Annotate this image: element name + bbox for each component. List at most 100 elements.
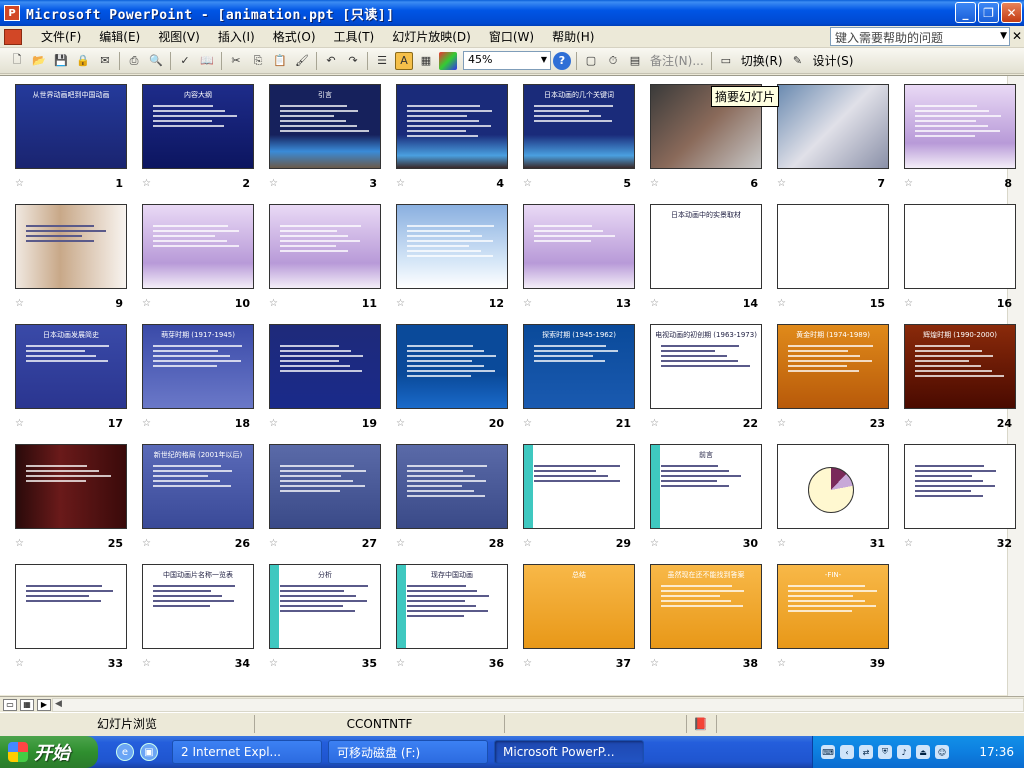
powerpoint-app-icon[interactable]: P [4,5,20,21]
slide-thumbnail[interactable] [523,444,635,529]
slide-thumbnail[interactable]: 现存中国动画 [396,564,508,649]
slide-thumbnail[interactable] [523,204,635,289]
slide-transition-icon[interactable]: ☆ [904,538,913,549]
slide-transition-icon[interactable]: ☆ [396,418,405,429]
slide-thumbnail[interactable]: 内容大纲 [142,84,254,169]
slide-transition-icon[interactable]: ☆ [269,538,278,549]
format-painter-icon[interactable]: 🖌 [293,52,311,70]
document-close-icon[interactable]: ✕ [1012,29,1022,43]
slide-thumbnail[interactable] [904,84,1016,169]
menu-file[interactable]: 文件(F) [32,27,90,47]
slide-transition-icon[interactable]: ☆ [523,658,532,669]
slide-transition-icon[interactable]: ☆ [650,298,659,309]
slide-transition-icon[interactable]: ☆ [777,178,786,189]
slide-thumbnail[interactable]: 中国动画片名称一览表 [142,564,254,649]
slide-transition-icon[interactable]: ☆ [523,418,532,429]
slideshow-view-icon[interactable]: ▶ [37,698,51,711]
show-formatting-icon[interactable]: A [395,51,413,70]
zoom-select[interactable]: 45% ▼ [463,51,551,70]
scroll-left-icon[interactable]: ◀ [55,699,62,709]
redo-icon[interactable]: ↷ [344,52,362,70]
slide-thumbnail[interactable] [142,204,254,289]
slide-transition-icon[interactable]: ☆ [523,178,532,189]
ie-quicklaunch-icon[interactable]: e [116,743,134,761]
slide-transition-icon[interactable]: ☆ [523,538,532,549]
slide-transition-icon[interactable]: ☆ [269,418,278,429]
network-icon[interactable]: ⇄ [859,745,873,759]
slide-transition-icon[interactable]: ☆ [904,418,913,429]
slide-transition-icon[interactable]: ☆ [523,298,532,309]
normal-view-icon[interactable]: ▭ [3,698,17,711]
slide-thumbnail[interactable]: 日本动画的几个关键词 [523,84,635,169]
slide-thumbnail[interactable]: 黄金时期 (1974-1989) [777,324,889,409]
slide-thumbnail[interactable] [396,204,508,289]
slide-thumbnail[interactable]: 日本动画中的实景取材 [650,204,762,289]
slide-transition-icon[interactable]: ☆ [15,418,24,429]
help-search-input[interactable]: 键入需要帮助的问题 ▼ [830,27,1010,46]
slide-transition-icon[interactable]: ☆ [396,178,405,189]
open-folder-icon[interactable]: 📂 [30,52,48,70]
design-button[interactable]: 设计(S) [809,52,858,69]
slide-thumbnail[interactable] [777,84,889,169]
slide-thumbnail[interactable]: 萌芽时期 (1917-1945) [142,324,254,409]
slide-transition-icon[interactable]: ☆ [650,178,659,189]
spelling-icon[interactable]: ✓ [176,52,194,70]
slide-thumbnail[interactable] [269,444,381,529]
horizontal-scrollbar[interactable]: ◀ [52,698,1024,712]
usb-icon[interactable]: ⏏ [916,745,930,759]
slide-transition-icon[interactable]: ☆ [396,658,405,669]
slide-thumbnail[interactable] [904,204,1016,289]
slide-transition-icon[interactable]: ☆ [142,538,151,549]
rehearse-timings-icon[interactable]: ⏱ [604,52,622,70]
slide-thumbnail[interactable]: 前言 [650,444,762,529]
cut-icon[interactable]: ✂ [227,52,245,70]
restore-button[interactable]: ❐ [978,2,999,23]
slide-transition-icon[interactable]: ☆ [269,178,278,189]
slide-transition-icon[interactable]: ☆ [142,418,151,429]
spelling-status-icon[interactable]: 📕 [687,714,717,733]
messenger-icon[interactable]: ☺ [935,745,949,759]
grid-icon[interactable]: ▦ [417,52,435,70]
slide-sorter-view-icon[interactable]: ▦ [20,698,34,711]
slide-transition-icon[interactable]: ☆ [15,538,24,549]
paste-icon[interactable]: 📋 [271,52,289,70]
menu-slideshow[interactable]: 幻灯片放映(D) [383,27,480,47]
design-icon[interactable]: ✎ [789,52,807,70]
taskbar-removable-disk[interactable]: 可移动磁盘 (F:) [328,740,488,764]
save-icon[interactable]: 💾 [52,52,70,70]
undo-icon[interactable]: ↶ [322,52,340,70]
slide-transition-icon[interactable]: ☆ [269,298,278,309]
slide-thumbnail[interactable]: 总结 [523,564,635,649]
desktop-quicklaunch-icon[interactable]: ▣ [140,743,158,761]
slide-transition-icon[interactable]: ☆ [777,418,786,429]
minimize-button[interactable]: _ [955,2,976,23]
slide-thumbnail[interactable] [777,204,889,289]
slide-transition-icon[interactable]: ☆ [142,298,151,309]
menu-insert[interactable]: 插入(I) [209,27,264,47]
slide-thumbnail[interactable]: 电视动画的初创期 (1963-1973) [650,324,762,409]
help-icon[interactable]: ? [553,51,571,70]
slide-thumbnail[interactable]: 引言 [269,84,381,169]
taskbar-internet-explorer[interactable]: 2 Internet Expl... [172,740,322,764]
slide-thumbnail[interactable] [396,444,508,529]
slide-transition-icon[interactable]: ☆ [269,658,278,669]
print-preview-icon[interactable]: 🔍 [147,52,165,70]
copy-icon[interactable]: ⎘ [249,52,267,70]
slide-transition-icon[interactable]: ☆ [396,538,405,549]
print-icon[interactable]: ⎙ [125,52,143,70]
slide-transition-icon[interactable]: ☆ [396,298,405,309]
menu-format[interactable]: 格式(O) [264,27,325,47]
slide-transition-icon[interactable]: ☆ [904,298,913,309]
slide-transition-icon[interactable]: ☆ [15,658,24,669]
chevron-down-icon[interactable]: ▼ [541,55,547,64]
email-icon[interactable]: ✉ [96,52,114,70]
taskbar-powerpoint[interactable]: Microsoft PowerP... [494,740,644,764]
slide-transition-icon[interactable]: ☆ [904,178,913,189]
slide-thumbnail[interactable]: 分析 [269,564,381,649]
slide-thumbnail[interactable]: -FIN- [777,564,889,649]
slide-transition-icon[interactable]: ☆ [15,298,24,309]
slide-transition-icon[interactable]: ☆ [650,658,659,669]
slide-transition-icon[interactable]: ☆ [650,418,659,429]
slide-transition-icon[interactable]: ☆ [777,658,786,669]
summary-slide-icon[interactable]: ▤ [626,52,644,70]
